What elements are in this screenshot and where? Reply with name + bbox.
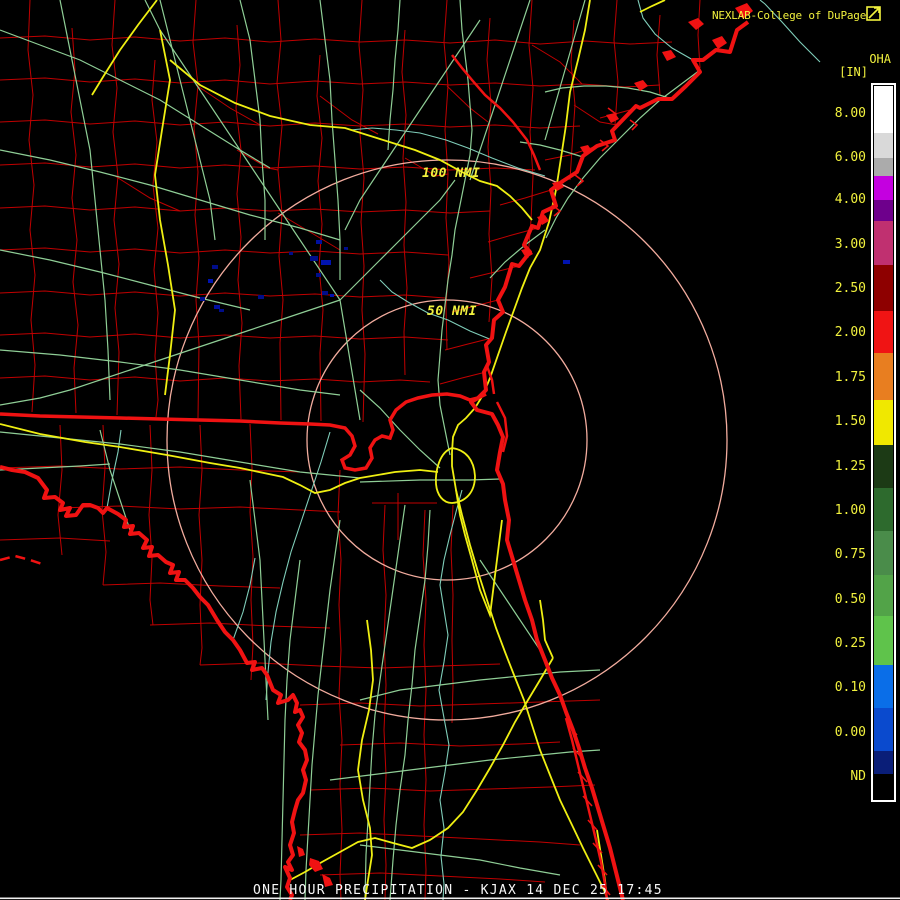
colorbar-segment	[874, 311, 893, 353]
colorbar-label: 0.25	[835, 636, 866, 651]
colorbar-segment	[874, 665, 893, 708]
colorbar-segment	[874, 133, 893, 158]
barrier-islands-west	[0, 556, 45, 565]
precip-cell	[316, 240, 322, 244]
precip-colorbar: 8.00 6.00 4.00 3.00 2.50 2.00 1.75 1.50 1.25 1.00…	[835, 84, 895, 801]
highways	[0, 0, 665, 900]
colorbar-segment	[874, 265, 893, 311]
colorbar-label: 3.00	[835, 237, 866, 252]
colorbar-label: 1.75	[835, 370, 866, 385]
ga-fl-state-line	[0, 394, 486, 470]
precip-cell	[310, 256, 318, 261]
colorbar-segment	[874, 400, 893, 445]
colorbar-segment	[874, 488, 893, 531]
colorbar-segment	[874, 708, 893, 751]
colorbar-segment	[874, 200, 893, 221]
colorbar-segment	[874, 751, 893, 774]
precip-cell	[316, 273, 321, 277]
colorbar-label: 8.00	[835, 106, 866, 121]
colorbar-label: 0.10	[835, 680, 866, 695]
radar-display: 50 NMI 100 NMI 8.00 6.00 4.00 3.00 2.50 2.00 1.…	[0, 0, 900, 900]
colorbar-segment	[874, 531, 893, 575]
colorbar-segment	[874, 445, 893, 488]
precip-cell	[322, 291, 328, 295]
precip-cell	[344, 247, 348, 250]
colorbar-label: 0.75	[835, 547, 866, 562]
colorbar-segment	[874, 176, 893, 200]
colorbar-label: ND	[850, 769, 866, 784]
colorbar-segment	[874, 616, 893, 665]
colorbar-segment	[874, 86, 893, 133]
colorbar-label: 0.00	[835, 725, 866, 740]
range-ring-label: 50 NMI	[427, 304, 477, 319]
colorbar-segment	[874, 158, 893, 176]
colorbar-segment	[874, 774, 893, 798]
colorbar-label: 2.50	[835, 281, 866, 296]
precipitation-echoes	[200, 240, 570, 312]
colorbar-label: 1.50	[835, 414, 866, 429]
colorbar-title: OHA	[869, 52, 891, 66]
gulf-coast	[0, 467, 307, 900]
cod-weather-logo-icon	[867, 7, 880, 20]
colorbar-segment	[874, 353, 893, 400]
colorbar-segment	[874, 575, 893, 616]
precip-cell	[289, 252, 293, 255]
colorbar-label: 0.50	[835, 592, 866, 607]
precip-cell	[321, 260, 331, 265]
marsh-texture	[552, 108, 637, 216]
range-ring-label: 100 NMI	[422, 166, 480, 181]
footer-product-text: ONE HOUR PRECIPITATION - KJAX 14 DEC 25 …	[253, 883, 663, 898]
rivers	[107, 0, 820, 900]
colorbar-segment	[874, 221, 893, 265]
savannah-river-thick	[452, 55, 540, 170]
colorbar-label: 1.00	[835, 503, 866, 518]
range-ring-labels: 50 NMI 100 NMI	[422, 166, 480, 319]
precip-cell	[200, 297, 205, 301]
lagoon-inner-line	[566, 718, 607, 900]
radar-map: 50 NMI 100 NMI 8.00 6.00 4.00 3.00 2.50 2.00 1.…	[0, 0, 900, 900]
precip-cell	[563, 260, 570, 264]
colorbar-label: 2.00	[835, 325, 866, 340]
footer-bottom-border	[0, 898, 900, 900]
atlantic-coast	[471, 22, 748, 900]
precip-cell	[219, 309, 224, 312]
precip-cell	[214, 305, 220, 309]
roads	[0, 0, 700, 900]
precip-cell	[258, 295, 264, 299]
colorbar-units: [IN]	[839, 65, 868, 79]
brand-text: NEXLAB-College of DuPage	[712, 9, 866, 22]
precip-cell	[208, 279, 213, 283]
precip-cell	[212, 265, 218, 269]
precip-cell	[330, 294, 334, 297]
colorbar-label: 1.25	[835, 459, 866, 474]
colorbar-label: 4.00	[835, 192, 866, 207]
colorbar-label: 6.00	[835, 150, 866, 165]
